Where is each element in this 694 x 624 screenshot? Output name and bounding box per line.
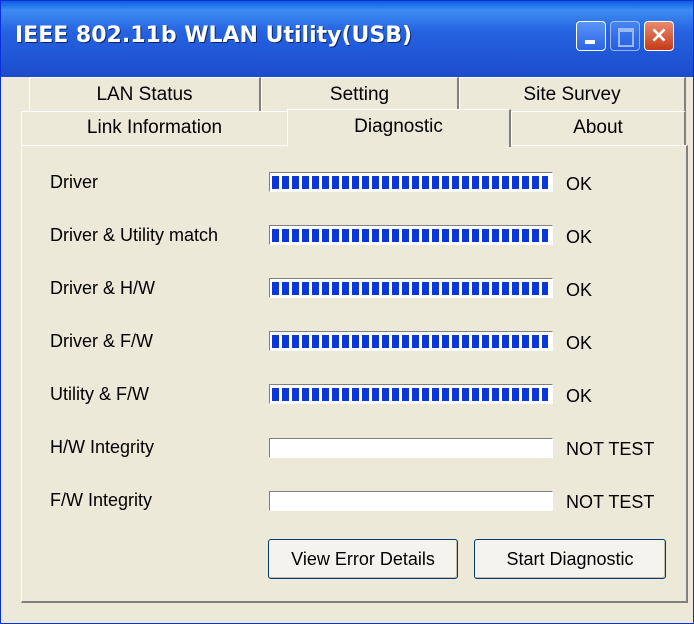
progress-fill bbox=[272, 229, 548, 242]
diag-label-driver: Driver bbox=[50, 172, 98, 192]
status-hw-integrity: NOT TEST bbox=[566, 439, 655, 459]
status-utility-fw: OK bbox=[566, 386, 593, 406]
utility-window: IEEE 802.11b WLAN Utility(USB) × LAN Sta… bbox=[0, 0, 694, 624]
tab-about[interactable]: About bbox=[511, 111, 686, 145]
progress-bar-hw-integrity bbox=[269, 438, 553, 458]
status-driver-utility-match: OK bbox=[566, 227, 593, 247]
progress-fill bbox=[272, 335, 548, 348]
tab-label: LAN Status bbox=[96, 84, 193, 105]
diagnostic-panel: Driver OK Driver & Utility match OK Driv… bbox=[21, 145, 688, 603]
tab-link-information[interactable]: Link Information bbox=[21, 111, 289, 145]
minimize-button[interactable] bbox=[576, 21, 606, 51]
progress-bar-utility-fw bbox=[269, 384, 553, 404]
tab-label: Setting bbox=[329, 84, 390, 105]
diag-label-driver-fw: Driver & F/W bbox=[50, 331, 153, 351]
title-bar[interactable]: IEEE 802.11b WLAN Utility(USB) × bbox=[1, 1, 693, 77]
status-driver-fw: OK bbox=[566, 333, 593, 353]
status-driver: OK bbox=[566, 174, 593, 194]
tab-label: About bbox=[573, 117, 623, 138]
diag-label-driver-utility-match: Driver & Utility match bbox=[50, 225, 219, 245]
progress-bar-driver bbox=[269, 172, 553, 192]
diag-label-driver-hw: Driver & H/W bbox=[50, 278, 155, 298]
maximize-button bbox=[610, 21, 640, 51]
tab-diagnostic[interactable]: Diagnostic bbox=[287, 109, 511, 147]
progress-bar-driver-fw bbox=[269, 331, 553, 351]
tab-label: Link Information bbox=[86, 117, 223, 138]
progress-bar-driver-utility-match bbox=[269, 225, 553, 245]
tab-label: Site Survey bbox=[523, 84, 621, 105]
tab-label: Diagnostic bbox=[354, 116, 443, 137]
diag-label-utility-fw: Utility & F/W bbox=[50, 384, 149, 404]
progress-fill bbox=[272, 388, 548, 401]
tab-site-survey[interactable]: Site Survey bbox=[459, 77, 686, 111]
start-diagnostic-button[interactable]: Start Diagnostic bbox=[474, 539, 666, 579]
progress-fill bbox=[272, 282, 548, 295]
progress-bar-fw-integrity bbox=[269, 491, 553, 511]
diag-label-fw-integrity: F/W Integrity bbox=[50, 490, 153, 510]
tab-lan-status[interactable]: LAN Status bbox=[29, 77, 261, 111]
status-driver-hw: OK bbox=[566, 280, 593, 300]
progress-bar-driver-hw bbox=[269, 278, 553, 298]
window-title: IEEE 802.11b WLAN Utility(USB) bbox=[15, 23, 413, 48]
view-error-details-button[interactable]: View Error Details bbox=[268, 539, 458, 579]
close-icon: × bbox=[649, 23, 669, 48]
tab-setting[interactable]: Setting bbox=[261, 77, 459, 111]
diag-label-hw-integrity: H/W Integrity bbox=[50, 437, 155, 457]
progress-fill bbox=[272, 176, 548, 189]
status-fw-integrity: NOT TEST bbox=[566, 492, 655, 512]
close-button[interactable]: × bbox=[644, 21, 674, 51]
